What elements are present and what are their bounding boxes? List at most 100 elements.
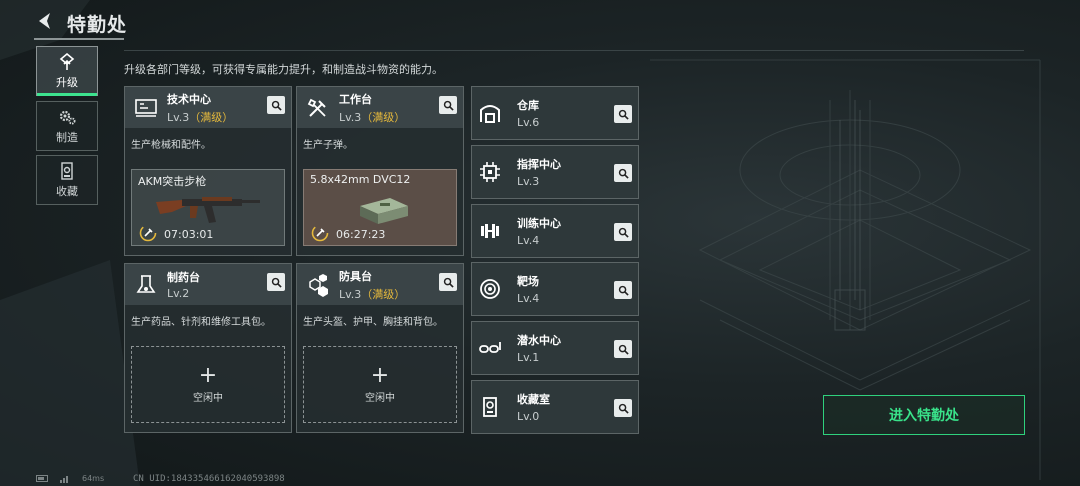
production-timer: 07:03:01	[164, 228, 214, 241]
facility-level: Lv.1	[517, 351, 540, 364]
signal-icon	[60, 475, 68, 483]
card-workbench[interactable]: 工作台 Lv.3（满级） 生产子弹。 5.8x42mm DVC12 06:27:…	[296, 86, 464, 256]
production-slot[interactable]: AKM突击步枪 07:03:01	[131, 169, 285, 246]
facility-trophy-room[interactable]: 收藏室 Lv.0	[471, 380, 639, 434]
timer-wrench-icon	[311, 224, 329, 242]
search-button[interactable]	[267, 273, 285, 291]
ammo-box-image	[360, 198, 408, 224]
facility-diving-center[interactable]: 潜水中心 Lv.1	[471, 321, 639, 375]
tab-collection-label: 收藏	[56, 184, 78, 198]
production-item-name: 5.8x42mm DVC12	[310, 173, 411, 186]
search-button[interactable]	[439, 273, 457, 291]
timer-wrench-icon	[139, 224, 157, 242]
card-header: 防具台 Lv.3（满级）	[297, 264, 463, 305]
empty-production-slot[interactable]: + 空闲中	[131, 346, 285, 423]
idle-label: 空闲中	[365, 392, 395, 404]
header-divider	[124, 50, 1024, 51]
trophy-room-icon	[483, 397, 497, 417]
facility-level: Lv.2	[167, 287, 190, 300]
tab-craft-label: 制造	[56, 130, 78, 144]
magnifier-icon	[271, 277, 282, 288]
facility-training-center[interactable]: 训练中心 Lv.4	[471, 204, 639, 258]
facility-description: 生产子弹。	[303, 140, 353, 151]
facility-level: Lv.3	[517, 175, 540, 188]
facility-level: Lv.3	[339, 110, 362, 124]
tab-collection[interactable]: 收藏	[36, 155, 98, 205]
search-button[interactable]	[267, 96, 285, 114]
workbench-icon	[307, 98, 326, 117]
facility-level: Lv.4	[517, 234, 540, 247]
facility-name: 收藏室	[517, 393, 550, 406]
max-level-badge: （满级）	[361, 287, 406, 301]
facility-level: Lv.6	[517, 116, 540, 129]
search-button[interactable]	[439, 96, 457, 114]
collection-icon	[61, 161, 73, 180]
idle-label: 空闲中	[193, 392, 223, 404]
tab-craft[interactable]: 制造	[36, 101, 98, 151]
dumbbell-icon	[481, 224, 499, 238]
facility-name: 防具台	[339, 269, 372, 283]
page-description: 升级各部门等级，可获得专属能力提升，和制造战斗物资的能力。	[124, 63, 443, 76]
facility-description: 生产枪械和配件。	[131, 140, 211, 151]
facility-level: Lv.3	[339, 287, 362, 301]
tab-upgrade[interactable]: 升级	[36, 46, 98, 96]
warehouse-icon	[480, 105, 500, 123]
magnifier-icon	[618, 285, 629, 296]
status-bar: 64ms	[36, 474, 104, 483]
production-timer: 06:27:23	[336, 228, 386, 241]
search-button[interactable]	[614, 105, 632, 123]
diving-mask-icon	[479, 342, 501, 353]
facility-name: 制药台	[167, 271, 200, 284]
tech-center-icon	[135, 98, 157, 117]
magnifier-icon	[443, 100, 454, 111]
card-tech-center[interactable]: 技术中心 Lv.3（满级） 生产枪械和配件。 AKM突击步枪 07:03:01	[124, 86, 292, 256]
search-button[interactable]	[614, 223, 632, 241]
facility-level: Lv.0	[517, 410, 540, 423]
gears-icon	[59, 110, 76, 124]
search-button[interactable]	[614, 281, 632, 299]
production-item-name: AKM突击步枪	[138, 175, 207, 188]
battery-icon	[36, 475, 48, 482]
magnifier-icon	[618, 109, 629, 120]
magnifier-icon	[271, 100, 282, 111]
max-level-badge: （满级）	[361, 110, 406, 124]
ping-value: 64ms	[82, 474, 105, 483]
facility-command-center[interactable]: 指挥中心 Lv.3	[471, 145, 639, 199]
pharmacy-icon	[136, 274, 156, 293]
search-button[interactable]	[614, 164, 632, 182]
facility-description: 生产药品、针剂和维修工具包。	[131, 317, 271, 328]
production-slot[interactable]: 5.8x42mm DVC12 06:27:23	[303, 169, 457, 246]
facility-name: 训练中心	[517, 217, 561, 230]
user-uid: CN UID:1843354661620405938​98	[133, 474, 285, 484]
magnifier-icon	[618, 227, 629, 238]
search-button[interactable]	[614, 340, 632, 358]
facility-description: 生产头盔、护甲、胸挂和背包。	[303, 317, 443, 328]
empty-production-slot[interactable]: + 空闲中	[303, 346, 457, 423]
facility-level: Lv.4	[517, 292, 540, 305]
magnifier-icon	[618, 168, 629, 179]
facility-shooting-range[interactable]: 靶场 Lv.4	[471, 262, 639, 316]
facility-level: Lv.3	[167, 110, 190, 124]
page-title: 特勤处	[67, 14, 128, 36]
facility-name: 潜水中心	[517, 334, 561, 347]
search-button[interactable]	[614, 399, 632, 417]
facility-name: 指挥中心	[517, 158, 561, 171]
title-divider	[34, 38, 124, 40]
armor-bench-icon	[309, 273, 328, 297]
facility-warehouse[interactable]: 仓库 Lv.6	[471, 86, 639, 140]
facility-name: 工作台	[339, 92, 372, 106]
upgrade-icon	[59, 52, 75, 70]
card-header: 制药台 Lv.2	[125, 264, 291, 305]
plus-icon: +	[198, 362, 218, 388]
card-pharmacy[interactable]: 制药台 Lv.2 生产药品、针剂和维修工具包。 + 空闲中	[124, 263, 292, 433]
enter-special-ops-button[interactable]: 进入特勤处	[823, 395, 1025, 435]
magnifier-icon	[443, 277, 454, 288]
akm-rifle-image	[156, 197, 260, 223]
back-arrow-icon	[39, 13, 50, 29]
facility-name: 靶场	[517, 275, 539, 288]
facility-name: 仓库	[517, 99, 539, 112]
card-armor-bench[interactable]: 防具台 Lv.3（满级） 生产头盔、护甲、胸挂和背包。 + 空闲中	[296, 263, 464, 433]
back-button[interactable]	[34, 10, 56, 32]
magnifier-icon	[618, 344, 629, 355]
magnifier-icon	[618, 403, 629, 414]
